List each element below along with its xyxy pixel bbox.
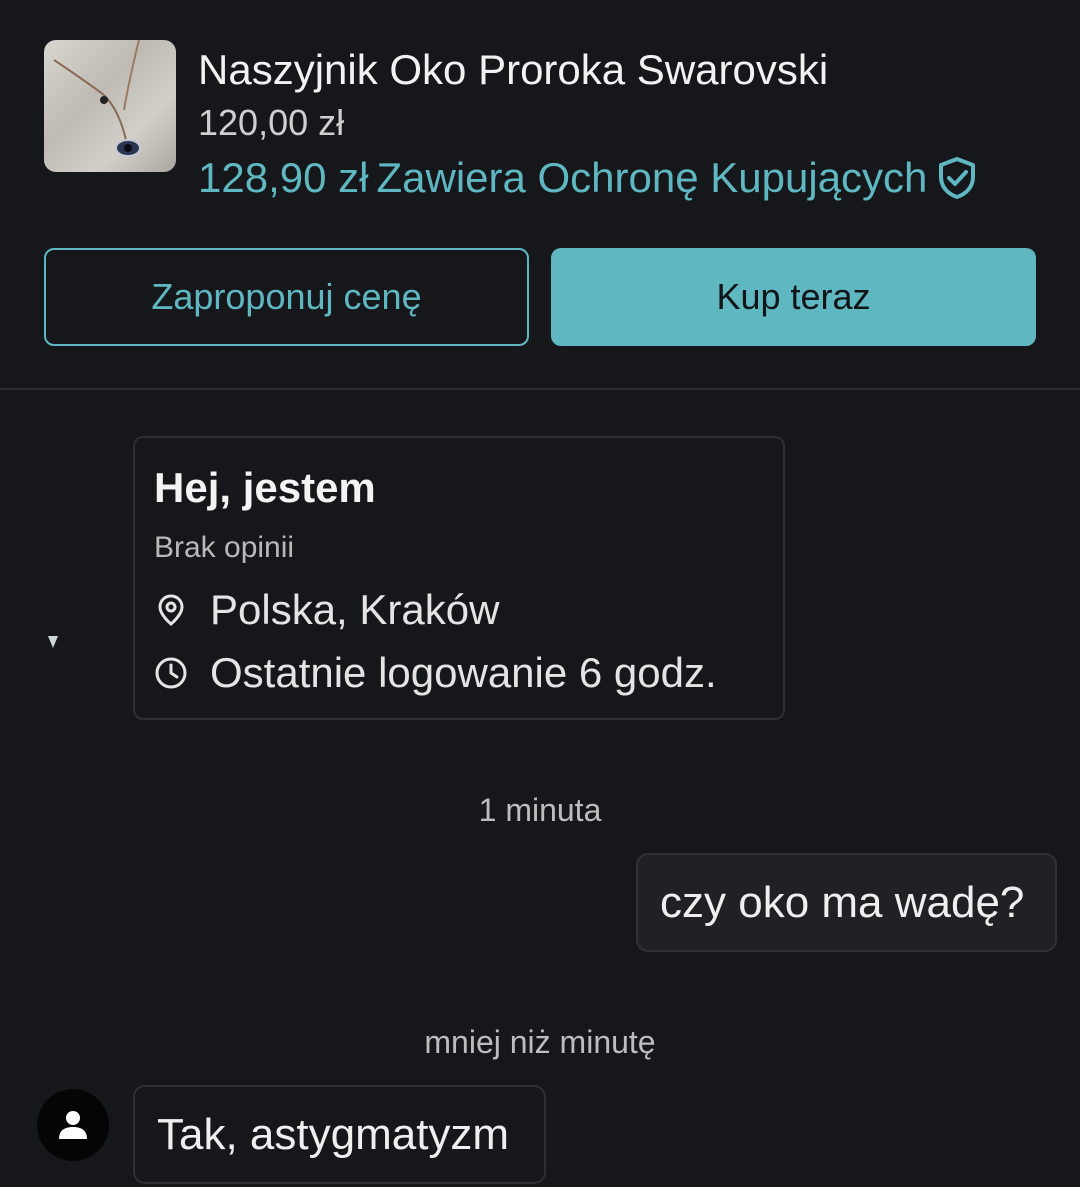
seller-last-login-row: Ostatnie logowanie 6 godz.: [154, 647, 717, 699]
clock-icon: [155, 657, 187, 689]
location-pin-icon: [158, 594, 184, 626]
avatar[interactable]: [37, 1089, 109, 1161]
seller-greeting: Hej, jestem: [154, 464, 376, 511]
user-icon: [59, 1111, 87, 1139]
product-price: 120,00 zł: [198, 102, 345, 143]
necklace-photo: [53, 40, 141, 157]
product-title[interactable]: Naszyjnik Oko Proroka Swarovski: [198, 44, 828, 96]
buyer-protection-price[interactable]: 128,90 zł Zawiera Ochronę Kupujących: [198, 152, 977, 204]
total-price: 128,90 zł: [198, 154, 369, 201]
product-thumbnail[interactable]: [44, 40, 176, 172]
shield-check-icon: [939, 157, 976, 199]
message-timestamp: mniej niż minutę: [424, 1024, 656, 1060]
buyer-protection-label: Zawiera Ochronę Kupujących: [376, 154, 928, 201]
buy-now-button[interactable]: Kup teraz: [551, 248, 1036, 346]
seller-location-row: Polska, Kraków: [154, 584, 499, 636]
small-pointer-icon: [48, 636, 58, 648]
seller-rating: Brak opinii: [154, 531, 295, 564]
seller-location: Polska, Kraków: [210, 586, 500, 633]
incoming-message-bubble[interactable]: Tak, astygmatyzm: [133, 1085, 546, 1184]
outgoing-message-bubble[interactable]: czy oko ma wadę?: [636, 853, 1057, 952]
seller-last-login: Ostatnie logowanie 6 godz.: [210, 649, 717, 696]
header-divider: [0, 388, 1080, 390]
message-timestamp: 1 minuta: [478, 792, 602, 828]
make-offer-button[interactable]: Zaproponuj cenę: [44, 248, 529, 346]
